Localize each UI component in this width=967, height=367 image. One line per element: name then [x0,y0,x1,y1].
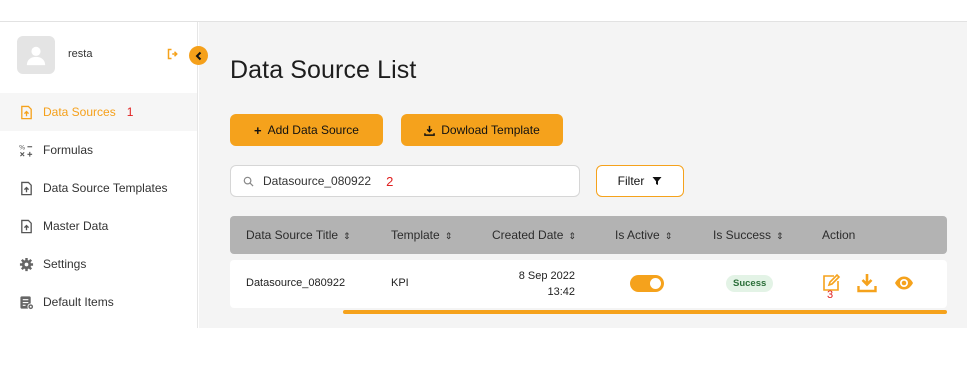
cell-created-date: 8 Sep 2022 13:42 [513,268,575,300]
toggle-knob [650,278,661,289]
created-date: 8 Sep 2022 [518,270,575,282]
annotation-marker: 1 [126,105,134,119]
sidebar-item-label: Master Data [43,219,109,233]
gear-icon [18,256,34,272]
sidebar-item-settings[interactable]: Settings [0,245,197,283]
user-icon [26,46,46,66]
filter-icon [652,177,662,185]
sort-icon: ⇕ [568,231,576,241]
username: resta [68,48,93,60]
is-active-toggle[interactable] [630,275,664,292]
column-header-template[interactable]: Template ⇕ [391,228,452,242]
download-template-button[interactable]: Dowload Template [401,114,563,146]
sort-icon: ⇕ [776,231,784,241]
search-icon [243,176,254,187]
column-header-title[interactable]: Data Source Title ⇕ [246,228,351,242]
annotation-marker: 2 [386,173,394,189]
list-settings-icon [18,294,34,310]
user-panel: resta [17,36,197,76]
sidebar-item-data-source-templates[interactable]: Data Source Templates [0,169,197,207]
table-row: Datasource_080922 KPI 8 Sep 2022 13:42 S… [230,260,947,308]
upload-file-icon [18,218,34,234]
download-icon [857,274,877,293]
add-data-source-button[interactable]: + Add Data Source [230,114,383,146]
sort-icon: ⇕ [444,231,453,241]
sidebar-item-default-items[interactable]: Default Items [0,283,197,321]
page-title: Data Source List [230,56,417,84]
logout-icon[interactable] [167,48,179,60]
filter-label: Filter [617,174,645,188]
horizontal-scrollbar[interactable] [343,310,947,314]
table-header: Data Source Title ⇕ Template ⇕ Created Dat… [230,216,947,254]
sidebar-item-label: Formulas [43,143,94,157]
sidebar-item-label: Data Source Templates [43,181,168,195]
plus-icon: + [254,122,262,138]
cell-template: KPI [391,277,409,289]
sort-icon: ⇕ [664,231,673,241]
search-input[interactable]: Datasource_080922 2 [230,165,580,197]
search-value: Datasource_080922 [263,174,372,188]
annotation-marker: 3 [827,289,834,301]
sidebar-item-label: Settings [43,257,87,271]
column-header-is-success[interactable]: Is Success ⇕ [713,228,784,242]
download-template-label: Dowload Template [441,123,540,137]
eye-icon [895,276,913,290]
filter-button[interactable]: Filter [596,165,684,197]
collapse-sidebar-button[interactable] [189,46,208,65]
add-data-source-label: Add Data Source [267,123,359,137]
upload-file-icon [18,104,34,120]
sort-icon: ⇕ [343,231,351,241]
sidebar-item-formulas[interactable]: % Formulas [0,131,197,169]
view-button[interactable] [893,272,915,294]
sidebar-item-data-sources[interactable]: Data Sources 1 [0,93,197,131]
column-header-action: Action [822,228,856,242]
sidebar: resta Data Sources 1 % Formulas Data Sou… [0,22,208,328]
download-icon [424,125,436,136]
upload-file-icon [18,180,34,196]
sidebar-nav: Data Sources 1 % Formulas Data Source Te… [0,93,197,321]
cell-title: Datasource_080922 [246,277,346,289]
created-time: 13:42 [547,286,575,298]
sidebar-item-master-data[interactable]: Master Data [0,207,197,245]
main-content: Data Source List + Add Data Source Dowlo… [199,22,967,328]
sidebar-item-label: Default Items [43,295,114,309]
sidebar-item-label: Data Sources [43,105,116,119]
status-badge: Sucess [726,275,774,292]
column-header-is-active[interactable]: Is Active ⇕ [615,228,672,242]
chevron-left-icon [195,51,201,60]
download-button[interactable] [856,272,878,294]
svg-text:%: % [19,143,25,151]
column-header-created-date[interactable]: Created Date ⇕ [492,228,576,242]
avatar[interactable] [17,36,55,74]
formula-icon: % [18,142,34,158]
